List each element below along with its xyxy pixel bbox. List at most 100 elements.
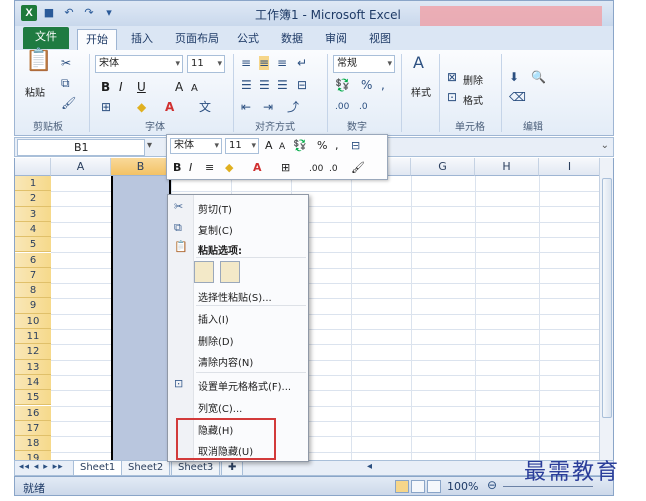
- row-header-2[interactable]: 2: [15, 191, 51, 207]
- align-right-icon[interactable]: ☰: [277, 78, 288, 92]
- paste-option-values-icon[interactable]: [220, 261, 240, 283]
- mini-accounting-icon[interactable]: 💱: [293, 139, 307, 153]
- page-layout-view-icon[interactable]: [411, 480, 425, 493]
- zoom-out-icon[interactable]: ⊖: [487, 478, 497, 492]
- zoom-level[interactable]: 100%: [447, 480, 478, 493]
- context-menu-paste-special[interactable]: 选择性粘贴(S)...: [198, 289, 272, 304]
- worksheet-grid[interactable]: A B C D E F G H I 1 2 3 4 5 6 7 8 9 10 1…: [14, 158, 614, 460]
- mini-fill-color-icon[interactable]: ◆: [225, 161, 233, 175]
- row-header-4[interactable]: 4: [15, 221, 51, 238]
- font-size-select[interactable]: 11: [187, 55, 225, 73]
- redo-icon[interactable]: ↷: [81, 5, 97, 21]
- row-header-6[interactable]: 6: [15, 252, 51, 268]
- comma-style-icon[interactable]: ,: [381, 78, 385, 92]
- mini-merge-icon[interactable]: ⊟: [351, 139, 360, 153]
- mini-italic-icon[interactable]: I: [189, 161, 192, 175]
- tab-insert[interactable]: 插入: [123, 29, 161, 50]
- delete-cells-label[interactable]: 删除: [463, 72, 483, 87]
- tab-formulas[interactable]: 公式: [229, 29, 267, 50]
- align-bottom-icon[interactable]: ≡: [277, 56, 287, 70]
- context-menu-delete[interactable]: 删除(D): [198, 333, 234, 348]
- align-middle-icon[interactable]: ≡: [259, 56, 270, 70]
- tab-review[interactable]: 审阅: [317, 29, 355, 50]
- row-header-11[interactable]: 11: [15, 329, 51, 345]
- sheet-tab-sheet2[interactable]: Sheet2: [121, 461, 171, 476]
- row-header-5[interactable]: 5: [15, 237, 51, 253]
- decrease-indent-icon[interactable]: ⇤: [241, 100, 251, 114]
- styles-icon[interactable]: A: [413, 55, 424, 71]
- paste-button-label[interactable]: 粘贴: [25, 84, 45, 99]
- tab-page-layout[interactable]: 页面布局: [167, 29, 227, 50]
- mini-grow-font-icon[interactable]: A: [265, 139, 273, 153]
- mini-percent-icon[interactable]: %: [317, 139, 327, 153]
- bold-icon[interactable]: B: [101, 80, 110, 94]
- paste-option-paste-icon[interactable]: [194, 261, 214, 283]
- excel-app-icon[interactable]: X: [21, 5, 37, 21]
- insert-sheet-icon[interactable]: ✚: [221, 461, 244, 476]
- row-header-19[interactable]: 19: [15, 451, 51, 460]
- row-header-14[interactable]: 14: [15, 374, 51, 391]
- format-cells-icon[interactable]: ⊡: [447, 90, 457, 104]
- styles-button-label[interactable]: 样式: [411, 84, 431, 99]
- row-header-15[interactable]: 15: [15, 390, 51, 406]
- percent-style-icon[interactable]: %: [361, 78, 372, 92]
- row-header-16[interactable]: 16: [15, 405, 51, 421]
- mini-comma-icon[interactable]: ,: [335, 139, 339, 153]
- fill-icon[interactable]: ⬇: [509, 70, 519, 84]
- align-top-icon[interactable]: ≡: [241, 56, 251, 70]
- context-menu-format-cells[interactable]: 设置单元格格式(F)...: [198, 378, 291, 393]
- column-header-b[interactable]: B: [111, 158, 171, 176]
- context-menu-cut[interactable]: 剪切(T): [198, 201, 232, 216]
- shrink-font-icon[interactable]: A: [191, 82, 198, 96]
- column-header-i[interactable]: I: [539, 158, 601, 176]
- vertical-scrollbar[interactable]: [599, 158, 613, 460]
- phonetic-icon[interactable]: 文: [199, 100, 211, 114]
- tab-home[interactable]: 开始: [77, 29, 117, 50]
- italic-icon[interactable]: I: [119, 80, 123, 94]
- column-header-g[interactable]: G: [411, 158, 475, 176]
- mini-decrease-decimal-icon[interactable]: .0: [329, 162, 338, 176]
- name-box[interactable]: B1: [17, 139, 145, 156]
- sheet-nav-arrows-icon[interactable]: ◂◂ ◂ ▸ ▸▸: [19, 462, 64, 472]
- row-header-10[interactable]: 10: [15, 313, 51, 329]
- fill-color-icon[interactable]: ◆: [137, 100, 146, 114]
- expand-formula-bar-icon[interactable]: ⌄: [601, 140, 609, 151]
- wrap-text-icon[interactable]: ↵: [297, 56, 307, 70]
- column-header-h[interactable]: H: [475, 158, 539, 176]
- mini-font-size-select[interactable]: 11: [225, 138, 259, 154]
- mini-bold-icon[interactable]: B: [173, 161, 181, 175]
- orientation-icon[interactable]: ⤴: [287, 100, 299, 114]
- grow-font-icon[interactable]: A: [175, 80, 183, 94]
- row-header-1[interactable]: 1: [15, 176, 51, 192]
- customize-qat-icon[interactable]: ▾: [101, 5, 117, 21]
- increase-decimal-icon[interactable]: .00: [335, 100, 349, 114]
- format-cells-label[interactable]: 格式: [463, 92, 483, 107]
- selected-column-b[interactable]: [111, 176, 171, 460]
- sheet-tab-sheet1[interactable]: Sheet1: [73, 461, 123, 476]
- context-menu-column-width[interactable]: 列宽(C)...: [198, 400, 242, 415]
- find-select-icon[interactable]: 🔍: [531, 70, 546, 84]
- row-header-3[interactable]: 3: [15, 206, 51, 222]
- tab-file[interactable]: 文件: [23, 27, 69, 49]
- row-header-8[interactable]: 8: [15, 283, 51, 299]
- vertical-scroll-thumb[interactable]: [602, 178, 612, 418]
- save-icon[interactable]: ■: [41, 5, 57, 21]
- context-menu-clear[interactable]: 清除内容(N): [198, 354, 253, 369]
- name-box-dropdown-icon[interactable]: ▾: [147, 140, 152, 151]
- undo-icon[interactable]: ↶: [61, 5, 77, 21]
- underline-icon[interactable]: U: [137, 80, 146, 94]
- mini-borders-icon[interactable]: ⊞: [281, 161, 290, 175]
- row-header-12[interactable]: 12: [15, 344, 51, 360]
- align-center-icon[interactable]: ☰: [259, 78, 270, 92]
- mini-shrink-font-icon[interactable]: A: [279, 140, 285, 154]
- column-header-a[interactable]: A: [51, 158, 111, 176]
- font-name-select[interactable]: 宋体: [95, 55, 183, 73]
- tab-data[interactable]: 数据: [273, 29, 311, 50]
- normal-view-icon[interactable]: [395, 480, 409, 493]
- context-menu-copy[interactable]: 复制(C): [198, 222, 233, 237]
- accounting-format-icon[interactable]: 💱: [335, 78, 350, 92]
- decrease-decimal-icon[interactable]: .0: [359, 100, 368, 114]
- sheet-tab-sheet3[interactable]: Sheet3: [171, 461, 221, 476]
- cut-icon[interactable]: ✂: [61, 56, 71, 70]
- h-scroll-left-icon[interactable]: ◂: [367, 461, 372, 472]
